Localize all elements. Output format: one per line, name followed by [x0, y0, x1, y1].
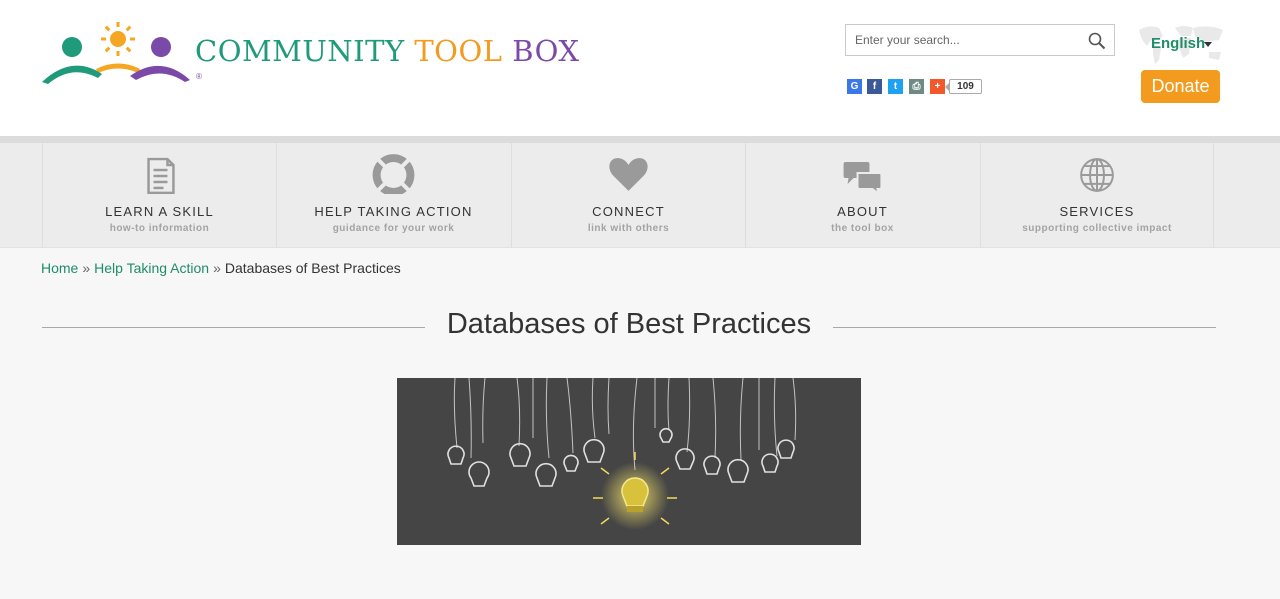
- nav-connect[interactable]: CONNECT link with others: [511, 143, 745, 247]
- logo-wordmark: COMMUNITY TOOL BOX: [195, 34, 579, 68]
- globe-icon: [1080, 158, 1114, 192]
- lifebuoy-icon: [372, 154, 415, 194]
- nav-subtitle: supporting collective impact: [1022, 223, 1172, 234]
- chevron-down-icon: [1204, 42, 1212, 47]
- nav-title: LEARN A SKILL: [105, 204, 214, 219]
- chat-icon: [843, 162, 883, 194]
- share-count: 109: [945, 79, 982, 94]
- nav-about[interactable]: ABOUT the tool box: [745, 143, 979, 247]
- language-selector[interactable]: English: [1135, 24, 1227, 68]
- main-navigation: LEARN A SKILL how-to information HELP TA…: [0, 143, 1280, 248]
- logo-word-box: BOX: [512, 34, 580, 68]
- nav-title: ABOUT: [837, 204, 888, 219]
- google-share-icon[interactable]: G: [847, 79, 862, 94]
- hero-image: [397, 377, 861, 545]
- document-icon: [147, 157, 175, 194]
- more-share-icon[interactable]: +: [930, 79, 945, 94]
- logo[interactable]: COMMUNITY TOOL BOX ®: [40, 22, 579, 92]
- breadcrumb: Home» Help Taking Action» Databases of Bes…: [41, 260, 401, 276]
- nav-subtitle: the tool box: [831, 223, 894, 234]
- logo-word-community: COMMUNITY: [195, 34, 405, 68]
- nav-title: CONNECT: [592, 204, 665, 219]
- donate-button[interactable]: Donate: [1141, 70, 1220, 103]
- nav-help-taking-action[interactable]: HELP TAKING ACTION guidance for your wor…: [276, 143, 510, 247]
- language-label: English: [1151, 35, 1206, 52]
- logo-people-icon: [42, 22, 190, 84]
- nav-services[interactable]: SERVICES supporting collective impact: [980, 143, 1214, 247]
- lightbulbs-illustration: [447, 377, 797, 530]
- nav-title: HELP TAKING ACTION: [314, 204, 473, 219]
- heart-icon: [609, 158, 648, 191]
- nav-subtitle: link with others: [587, 223, 670, 234]
- facebook-share-icon[interactable]: f: [867, 79, 882, 94]
- print-icon[interactable]: ⎙: [909, 79, 924, 94]
- page-title: Databases of Best Practices: [446, 308, 812, 340]
- breadcrumb-separator: »: [213, 260, 221, 276]
- nav-learn-a-skill[interactable]: LEARN A SKILL how-to information: [42, 143, 276, 247]
- header-divider: [0, 136, 1280, 143]
- breadcrumb-home-link[interactable]: Home: [41, 260, 78, 276]
- breadcrumb-current: Databases of Best Practices: [224, 260, 401, 276]
- breadcrumb-section-link[interactable]: Help Taking Action: [94, 260, 209, 276]
- nav-title: SERVICES: [1059, 204, 1135, 219]
- registered-mark: ®: [196, 72, 202, 81]
- search-input[interactable]: [853, 32, 1082, 48]
- logo-word-tool: TOOL: [414, 34, 503, 68]
- twitter-share-icon[interactable]: t: [888, 79, 903, 94]
- breadcrumb-separator: »: [82, 260, 91, 276]
- search-box: [845, 24, 1115, 56]
- nav-subtitle: how-to information: [109, 223, 210, 234]
- site-header: COMMUNITY TOOL BOX ® English Donate: [0, 0, 1280, 136]
- nav-subtitle: guidance for your work: [332, 223, 455, 234]
- search-icon[interactable]: [1088, 32, 1106, 50]
